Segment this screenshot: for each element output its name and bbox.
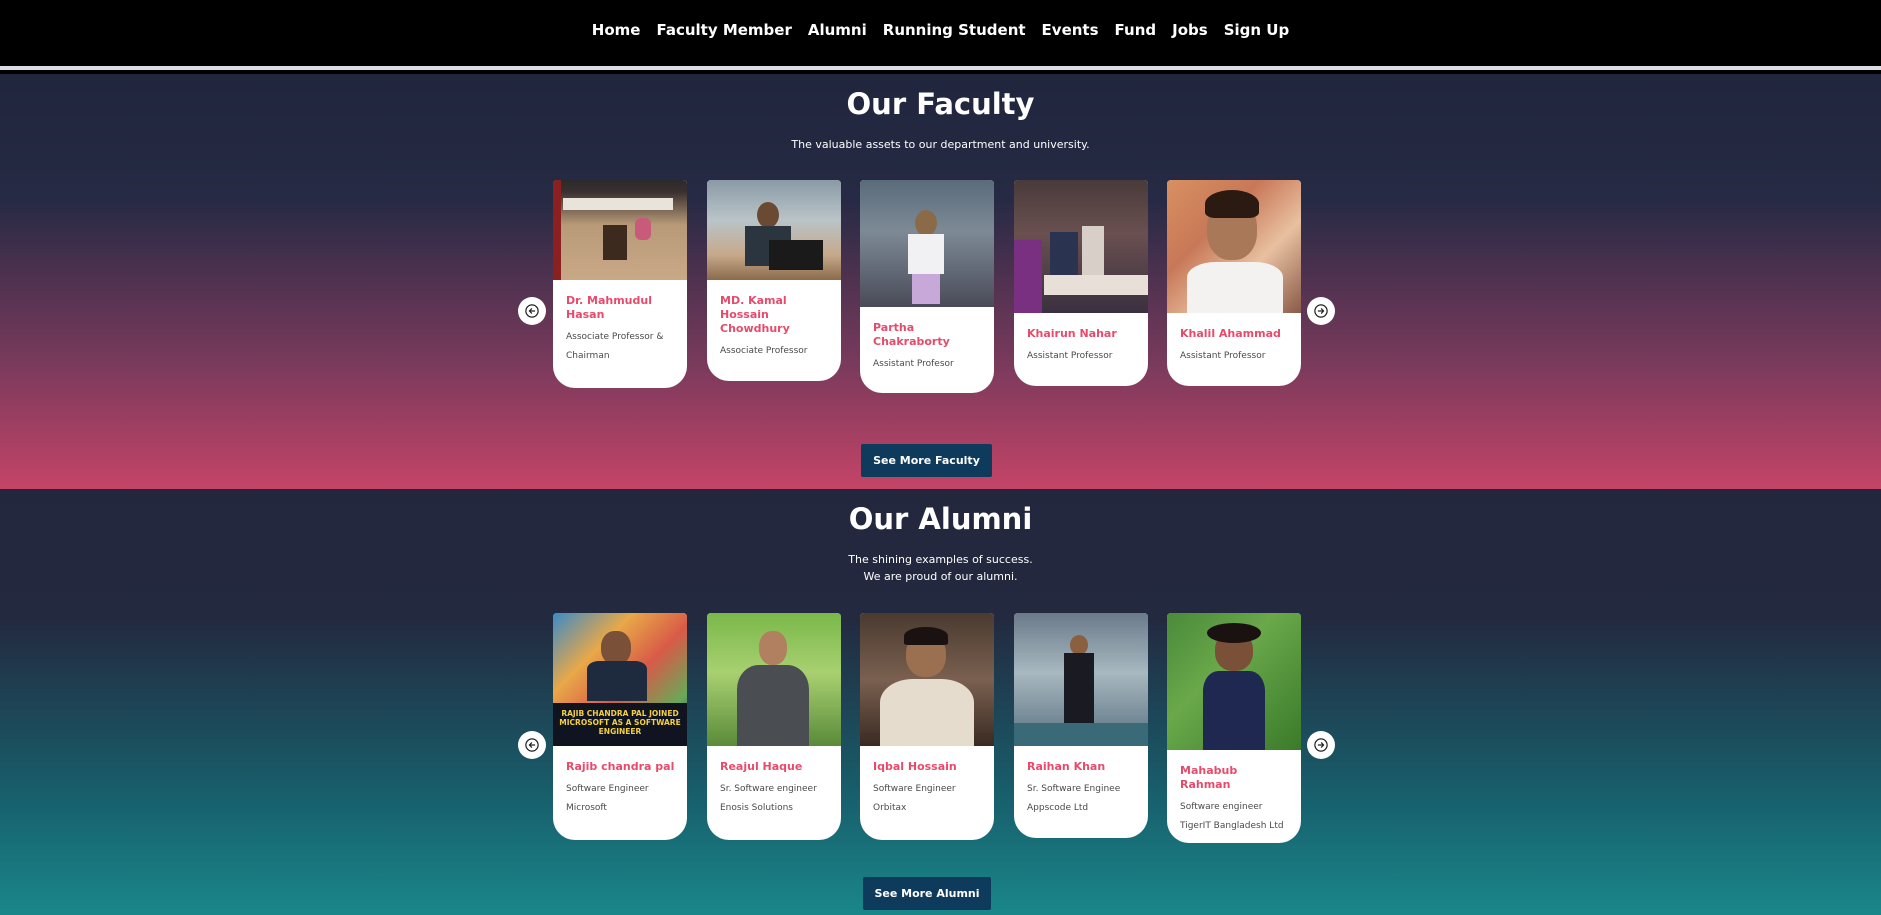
alumni-next-arrow[interactable] — [1307, 731, 1335, 759]
alumni-section: Our Alumni The shining examples of succe… — [0, 489, 1881, 915]
alumni-name: Rajib chandra pal — [566, 760, 675, 773]
alumni-role: Software Engineer — [566, 784, 649, 794]
alumni-company: Appscode Ltd — [1027, 803, 1089, 813]
faculty-photo — [1167, 180, 1301, 313]
nav-item-faculty-member[interactable]: Faculty Member — [648, 21, 799, 39]
nav-item-alumni[interactable]: Alumni — [800, 21, 875, 39]
arrow-right-circle-icon — [1314, 304, 1328, 318]
alumni-role: Software engineer — [1180, 802, 1263, 812]
nav-item-running-student[interactable]: Running Student — [875, 21, 1034, 39]
top-navbar: Home Faculty Member Alumni Running Stude… — [0, 0, 1881, 70]
alumni-company: Enosis Solutions — [720, 803, 793, 813]
alumni-title: Our Alumni — [848, 502, 1033, 536]
faculty-role: Associate Professor — [720, 346, 808, 356]
alumni-card[interactable]: RAJIB CHANDRA PAL JOINED MICROSOFT AS A … — [553, 613, 687, 840]
alumni-role: Software Engineer — [873, 784, 956, 794]
alumni-name: Raihan Khan — [1027, 760, 1106, 773]
nav-item-jobs[interactable]: Jobs — [1164, 21, 1216, 39]
nav-menu: Home Faculty Member Alumni Running Stude… — [0, 21, 1881, 39]
nav-item-sign-up[interactable]: Sign Up — [1216, 21, 1298, 39]
nav-item-fund[interactable]: Fund — [1107, 21, 1165, 39]
arrow-left-circle-icon — [525, 738, 539, 752]
faculty-title: Our Faculty — [846, 87, 1035, 121]
faculty-role: Assistant Professor — [1180, 351, 1266, 361]
faculty-name: Khairun Nahar — [1027, 327, 1117, 340]
nav-item-events[interactable]: Events — [1034, 21, 1107, 39]
faculty-prev-arrow[interactable] — [518, 297, 546, 325]
alumni-photo — [1014, 613, 1148, 746]
faculty-next-arrow[interactable] — [1307, 297, 1335, 325]
faculty-role: Associate Professor & Chairman — [566, 332, 664, 361]
alumni-photo — [707, 613, 841, 746]
faculty-card[interactable]: Khalil Ahammad Assistant Professor — [1167, 180, 1301, 386]
faculty-photo — [553, 180, 687, 280]
faculty-card[interactable]: Dr. Mahmudul Hasan Associate Professor &… — [553, 180, 687, 388]
faculty-role: Assistant Profesor — [873, 359, 954, 369]
alumni-subtitle-line2: We are proud of our alumni. — [863, 570, 1018, 583]
nav-item-home[interactable]: Home — [584, 21, 649, 39]
alumni-photo — [860, 613, 994, 746]
alumni-name: Iqbal Hossain — [873, 760, 957, 773]
alumni-name: Mahabub Rahman — [1180, 764, 1238, 791]
faculty-card[interactable]: MD. Kamal Hossain Chowdhury Associate Pr… — [707, 180, 841, 381]
alumni-photo: RAJIB CHANDRA PAL JOINED MICROSOFT AS A … — [553, 613, 687, 746]
faculty-name: Partha Chakraborty — [873, 321, 950, 348]
alumni-prev-arrow[interactable] — [518, 731, 546, 759]
alumni-company: Orbitax — [873, 803, 907, 813]
faculty-photo — [860, 180, 994, 307]
alumni-card[interactable]: Iqbal Hossain Software Engineer Orbitax — [860, 613, 994, 840]
faculty-name: MD. Kamal Hossain Chowdhury — [720, 294, 790, 335]
faculty-card[interactable]: Partha Chakraborty Assistant Profesor — [860, 180, 994, 393]
alumni-role: Sr. Software engineer — [720, 784, 817, 794]
alumni-photo — [1167, 613, 1301, 750]
alumni-photo-caption: RAJIB CHANDRA PAL JOINED MICROSOFT AS A … — [559, 709, 681, 736]
faculty-photo — [707, 180, 841, 280]
alumni-subtitle-line1: The shining examples of success. — [848, 553, 1033, 566]
faculty-card[interactable]: Khairun Nahar Assistant Professor — [1014, 180, 1148, 386]
faculty-photo — [1014, 180, 1148, 313]
alumni-name: Reajul Haque — [720, 760, 803, 773]
faculty-section: Our Faculty The valuable assets to our d… — [0, 74, 1881, 489]
alumni-company: TigerIT Bangladesh Ltd — [1180, 821, 1284, 831]
see-more-alumni-button[interactable]: See More Alumni — [863, 877, 991, 910]
faculty-name: Dr. Mahmudul Hasan — [566, 294, 652, 321]
arrow-right-circle-icon — [1314, 738, 1328, 752]
alumni-company: Microsoft — [566, 803, 607, 813]
alumni-role: Sr. Software Enginee — [1027, 784, 1121, 794]
see-more-faculty-button[interactable]: See More Faculty — [861, 444, 992, 477]
faculty-role: Assistant Professor — [1027, 351, 1113, 361]
alumni-card[interactable]: Reajul Haque Sr. Software engineer Enosi… — [707, 613, 841, 840]
faculty-name: Khalil Ahammad — [1180, 327, 1281, 340]
arrow-left-circle-icon — [525, 304, 539, 318]
faculty-subtitle: The valuable assets to our department an… — [791, 138, 1090, 151]
alumni-card[interactable]: Raihan Khan Sr. Software Enginee Appscod… — [1014, 613, 1148, 838]
alumni-card[interactable]: Mahabub Rahman Software engineer TigerIT… — [1167, 613, 1301, 843]
